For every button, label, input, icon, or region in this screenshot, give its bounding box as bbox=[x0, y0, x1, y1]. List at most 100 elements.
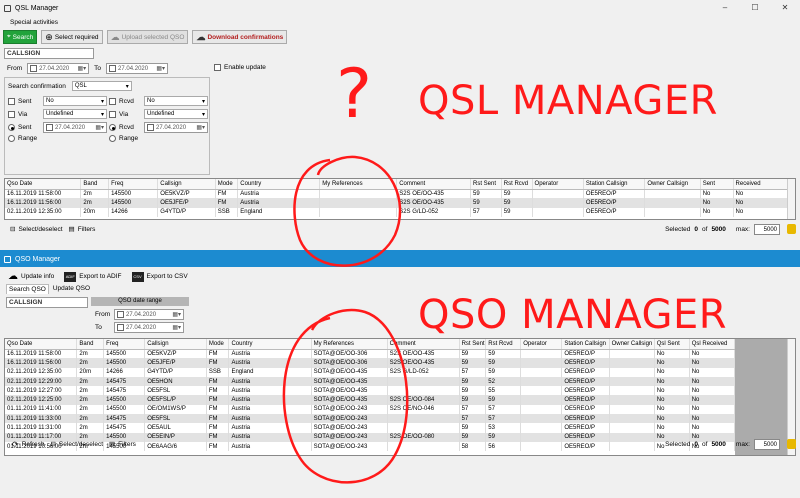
column-header[interactable]: Rst Sent bbox=[470, 179, 502, 190]
table-row[interactable]: 01.11.2019 11:41:00 2m 145500 OE/OM1WS/P FM A… bbox=[5, 404, 736, 415]
sent-checkbox[interactable] bbox=[8, 97, 15, 105]
table-cell: 57 bbox=[485, 404, 522, 415]
select-required-button[interactable]: ⊕ Select required bbox=[41, 30, 103, 44]
column-header[interactable]: Qso Date bbox=[5, 179, 82, 190]
column-header[interactable]: Owner Callsign bbox=[609, 339, 655, 350]
column-header[interactable]: Station Callsign bbox=[561, 339, 610, 350]
table-row[interactable]: 02.11.2019 12:25:00 2m 145500 OE5FSL/P FM Aus… bbox=[5, 395, 736, 405]
filters-button[interactable]: ▤ Filters bbox=[69, 225, 96, 234]
rcvd-select[interactable]: No ▾ bbox=[144, 96, 208, 106]
sent-range-radio[interactable] bbox=[8, 135, 15, 142]
close-icon[interactable]: ✕ bbox=[770, 0, 800, 16]
table-cell: No bbox=[689, 423, 736, 433]
table-row[interactable]: 01.11.2019 11:33:00 2m 145475 OE5FSL FM Austr… bbox=[5, 414, 736, 424]
update-info-button[interactable]: ☁ Update info bbox=[8, 271, 54, 282]
sent-date-picker[interactable]: 27.04.2020 ▦▾ bbox=[43, 122, 107, 133]
column-header[interactable]: Mode bbox=[215, 179, 239, 190]
column-header[interactable]: Owner Callsign bbox=[644, 179, 701, 190]
select-deselect-button[interactable]: ⊟ Select/deselect bbox=[10, 225, 63, 234]
enable-update-checkbox[interactable]: Enable update bbox=[214, 64, 266, 71]
table-cell: 59 bbox=[501, 198, 533, 208]
column-header[interactable]: Mode bbox=[206, 339, 230, 350]
column-header[interactable]: Station Callsign bbox=[583, 179, 646, 190]
column-header[interactable]: Qsl Received bbox=[689, 339, 736, 350]
to-date-picker[interactable]: 27.04.2020 ▦▾ bbox=[114, 322, 184, 333]
table-cell: SOTA@OE/OO-306 bbox=[311, 349, 388, 359]
table-cell: No bbox=[700, 198, 734, 208]
table-row[interactable]: 02.11.2019 12:29:00 2m 145475 OE5HON FM Austr… bbox=[5, 376, 736, 387]
table-row[interactable]: 02.11.2019 12:27:00 2m 145475 OE5FSL FM Austr… bbox=[5, 386, 736, 396]
binoculars-icon: ⌖ bbox=[7, 33, 11, 40]
via-rcvd-checkbox[interactable] bbox=[109, 110, 116, 118]
lock-icon[interactable] bbox=[787, 224, 796, 234]
table-cell: S2S G/LD-052 bbox=[387, 367, 460, 377]
select-deselect-button[interactable]: ⊟ Select/deselect bbox=[50, 440, 103, 449]
column-header[interactable]: Freq bbox=[108, 179, 159, 190]
callsign-input[interactable]: CALLSIGN bbox=[4, 48, 94, 59]
column-header[interactable]: Received bbox=[733, 179, 790, 190]
column-header[interactable]: Qsl Sent bbox=[654, 339, 690, 350]
column-header[interactable]: My References bbox=[311, 339, 388, 350]
table-row[interactable]: 02.11.2019 12:35:00 20m 14266 G4YTD/P SSB Eng… bbox=[5, 207, 790, 217]
column-header[interactable]: Operator bbox=[520, 339, 563, 350]
refresh-button[interactable]: ⟳ Refresh bbox=[12, 440, 44, 449]
rcvd-date-picker[interactable]: 27.04.2020 ▦▾ bbox=[144, 122, 208, 133]
tab-update-qso[interactable]: Update QSO bbox=[51, 284, 92, 294]
rcvd-checkbox[interactable] bbox=[109, 97, 116, 105]
menu-special-activities[interactable]: Special activities bbox=[10, 19, 58, 26]
column-header[interactable]: Rst Rcvd bbox=[485, 339, 522, 350]
column-header[interactable]: Comment bbox=[396, 179, 472, 190]
from-date-picker[interactable]: 27.04.2020 ▦▾ bbox=[27, 63, 90, 74]
column-header[interactable]: Rst Sent bbox=[459, 339, 487, 350]
column-header[interactable]: Country bbox=[237, 179, 321, 190]
max-input[interactable]: 5000 bbox=[754, 223, 780, 235]
rcvd-date-radio[interactable] bbox=[109, 124, 116, 131]
column-header[interactable]: Freq bbox=[103, 339, 146, 350]
search-button[interactable]: ⌖ Search bbox=[3, 30, 38, 44]
column-header[interactable]: Band bbox=[76, 339, 105, 350]
lock-icon[interactable] bbox=[787, 439, 796, 449]
column-header[interactable]: Qso Date bbox=[5, 339, 78, 350]
rcvd-range-radio[interactable] bbox=[109, 135, 116, 142]
column-header[interactable]: Band bbox=[80, 179, 110, 190]
column-header[interactable]: Rst Rcvd bbox=[501, 179, 533, 190]
table-cell: 59 bbox=[485, 367, 522, 377]
sent-date-radio[interactable] bbox=[8, 124, 15, 131]
table-row[interactable]: 02.11.2019 12:35:00 20m 14266 G4YTD/P SSB Eng… bbox=[5, 367, 736, 377]
callsign-input[interactable]: CALLSIGN bbox=[6, 297, 88, 308]
qso-manager-window: QSO Manager ☁ Update info ADIF Export to A… bbox=[0, 250, 800, 498]
export-adif-button[interactable]: ADIF Export to ADIF bbox=[64, 271, 122, 282]
column-header[interactable]: Operator bbox=[532, 179, 584, 190]
export-csv-button[interactable]: CSV Export to CSV bbox=[131, 271, 188, 282]
table-row[interactable]: 16.11.2019 11:56:00 2m 145500 OE5JFE/P FM Aus… bbox=[5, 358, 736, 368]
maximize-icon[interactable]: ☐ bbox=[740, 0, 770, 16]
column-header[interactable]: Country bbox=[228, 339, 312, 350]
table-row[interactable]: 16.11.2019 11:58:00 2m 145500 OE5KVZ/P FM Aus… bbox=[5, 189, 790, 199]
column-header[interactable]: Callsign bbox=[144, 339, 207, 350]
from-date-picker[interactable]: 27.04.2020 ▦▾ bbox=[114, 309, 184, 320]
column-header[interactable]: Callsign bbox=[157, 179, 216, 190]
table-cell: No bbox=[654, 386, 690, 396]
tab-search-qso[interactable]: Search QSO bbox=[6, 284, 49, 294]
via-rcvd-select[interactable]: Undefined ▾ bbox=[144, 109, 208, 119]
via-sent-select[interactable]: Undefined ▾ bbox=[43, 109, 107, 119]
max-input[interactable]: 5000 bbox=[754, 438, 780, 450]
sent-select[interactable]: No ▾ bbox=[43, 96, 107, 106]
qsl-manager-window: QSL Manager – ☐ ✕ Special activities ⌖ S… bbox=[0, 0, 800, 248]
minimize-icon[interactable]: – bbox=[710, 0, 740, 16]
table-cell bbox=[520, 376, 563, 387]
table-cell: SSB bbox=[206, 367, 230, 377]
confirmation-type-select[interactable]: QSL ▾ bbox=[71, 81, 132, 91]
column-header[interactable]: Sent bbox=[700, 179, 734, 190]
upload-selected-button[interactable]: ☁ Upload selected QSO bbox=[106, 30, 189, 44]
download-confirmations-button[interactable]: ☁ Download confirmations bbox=[192, 30, 288, 44]
table-row[interactable]: 16.11.2019 11:58:00 2m 145500 OE5KVZ/P FM Aus… bbox=[5, 349, 736, 359]
via-sent-checkbox[interactable] bbox=[8, 110, 15, 118]
qsl-vertical-scrollbar[interactable] bbox=[787, 179, 795, 219]
to-date-picker[interactable]: 27.04.2020 ▦▾ bbox=[106, 63, 169, 74]
filters-button[interactable]: ▤ Filters bbox=[109, 440, 136, 449]
table-row[interactable]: 01.11.2019 11:31:00 2m 145475 OE5AUL FM Austr… bbox=[5, 423, 736, 433]
table-row[interactable]: 16.11.2019 11:56:00 2m 145500 OE5JFE/P FM Aus… bbox=[5, 198, 790, 208]
column-header[interactable]: Comment bbox=[387, 339, 460, 350]
column-header[interactable]: My References bbox=[319, 179, 398, 190]
